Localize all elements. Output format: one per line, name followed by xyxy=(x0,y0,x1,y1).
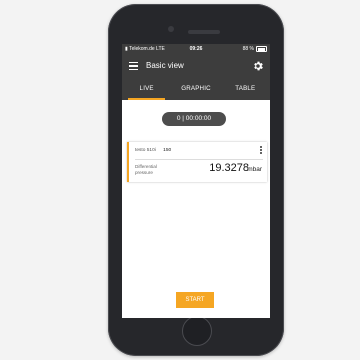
live-view-content: 0 | 00:00:00 testo 510i 150 Differential… xyxy=(122,100,270,318)
probe-header: testo 510i 150 xyxy=(135,148,171,153)
tab-table[interactable]: TABLE xyxy=(221,78,270,100)
probe-id: 150 xyxy=(163,148,172,153)
status-bar: ▮ Telekom.de LTE 09:26 88 % xyxy=(122,44,270,54)
card-divider xyxy=(135,159,263,160)
battery-percent: 88 % xyxy=(242,46,254,52)
phone-screen: ▮ Telekom.de LTE 09:26 88 % Basic view L… xyxy=(122,44,270,318)
tab-graphic[interactable]: GRAPHIC xyxy=(171,78,220,100)
app-bar: Basic view xyxy=(122,54,270,78)
gear-icon[interactable] xyxy=(252,60,264,72)
earpiece-speaker xyxy=(188,30,220,34)
front-camera xyxy=(168,26,174,32)
hamburger-menu-icon[interactable] xyxy=(129,62,138,70)
tab-live[interactable]: LIVE xyxy=(122,78,171,100)
probe-name: testo 510i xyxy=(135,148,156,153)
measurement-label: Differential pressure xyxy=(135,164,157,175)
measurement-value: 19.3278 xyxy=(209,162,249,174)
home-button[interactable] xyxy=(182,316,212,346)
timer-badge: 0 | 00:00:00 xyxy=(162,112,226,126)
measurement-card[interactable]: testo 510i 150 Differential pressure 19.… xyxy=(127,142,267,182)
tab-bar: LIVE GRAPHIC TABLE xyxy=(122,78,270,100)
more-options-icon[interactable] xyxy=(259,146,263,156)
start-button[interactable]: START xyxy=(176,292,214,308)
page-title: Basic view xyxy=(146,61,184,70)
status-right: 88 % xyxy=(243,44,267,54)
battery-icon xyxy=(256,46,267,52)
measurement-unit: mbar xyxy=(247,166,262,173)
